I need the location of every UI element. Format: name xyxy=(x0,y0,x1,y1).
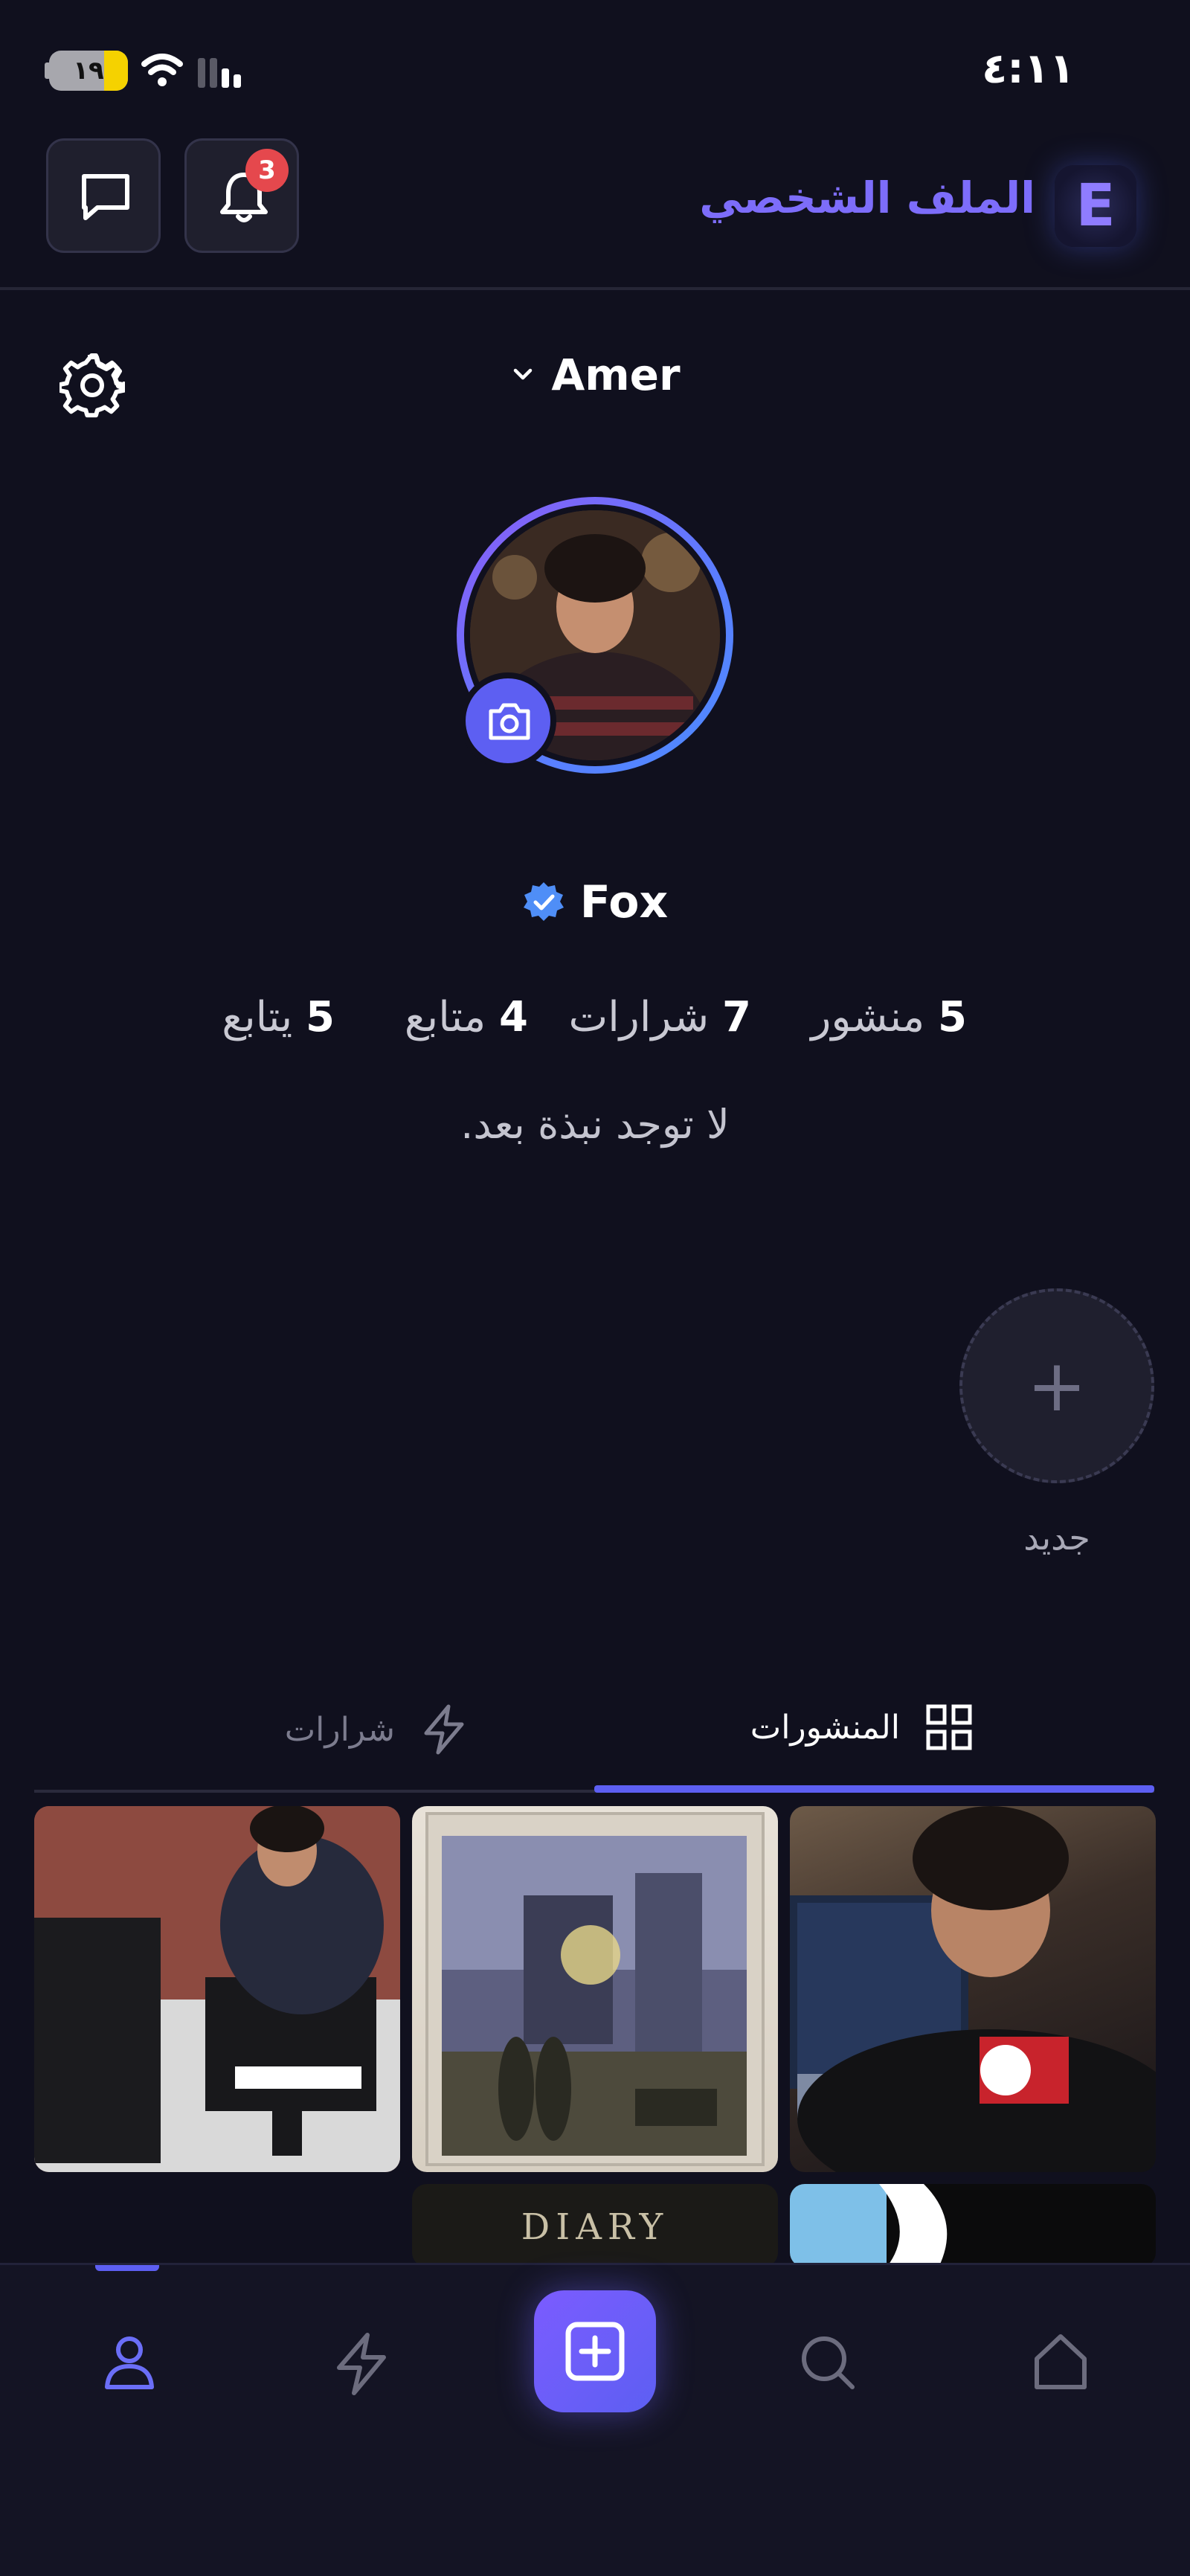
tab-sparks-label: شرارات xyxy=(284,1710,395,1749)
stat-following[interactable]: 5 يتابع xyxy=(222,993,335,1041)
verified-badge-icon xyxy=(523,882,564,921)
logo-letter: E xyxy=(1075,173,1116,240)
post-thumbnail[interactable]: DIARY xyxy=(412,2184,778,2267)
post-thumbnail[interactable] xyxy=(790,1806,1156,2172)
username: Amer xyxy=(551,350,681,400)
profile-stats: 5 منشور 7 شرارات 4 متابع 5 يتابع xyxy=(0,993,1190,1053)
search-icon xyxy=(802,2336,855,2389)
grid-icon xyxy=(926,1704,972,1750)
stat-followers[interactable]: 4 متابع xyxy=(405,993,528,1041)
lightning-icon xyxy=(424,1704,464,1755)
post-thumbnail[interactable] xyxy=(34,1806,400,2172)
plus-icon: + xyxy=(1026,1344,1087,1427)
status-bar: ١٩ ٤:١١ xyxy=(0,0,1190,126)
profile-tabs: المنشورات شرارات xyxy=(34,1674,1154,1793)
nav-search[interactable] xyxy=(775,2310,879,2414)
change-photo-button[interactable] xyxy=(460,672,556,769)
profile-screen: ١٩ ٤:١١ 3 الملف الشخصي E Amer Fox 5 منشو… xyxy=(0,0,1190,2576)
new-highlight-label: جديد xyxy=(1023,1517,1090,1558)
bottom-nav xyxy=(0,2263,1190,2576)
camera-icon xyxy=(489,703,530,740)
plus-square-icon xyxy=(565,2322,625,2381)
battery-level: ١٩ xyxy=(73,56,104,86)
page-title: الملف الشخصي xyxy=(699,173,1035,223)
status-time: ٤:١١ xyxy=(982,45,1075,93)
nav-sparks[interactable] xyxy=(309,2310,414,2414)
stat-sparks[interactable]: 7 شرارات xyxy=(569,993,751,1041)
battery-icon: ١٩ xyxy=(49,51,128,91)
app-logo[interactable]: E xyxy=(1055,165,1136,247)
new-highlight-button[interactable]: + xyxy=(959,1288,1154,1483)
nav-active-indicator xyxy=(95,2265,159,2271)
post-thumbnail[interactable] xyxy=(790,2184,1156,2267)
display-name-row: Fox xyxy=(0,876,1190,928)
wifi-icon xyxy=(141,54,183,86)
messages-button[interactable] xyxy=(46,138,161,253)
top-header: 3 الملف الشخصي E xyxy=(0,126,1190,290)
post-thumbnail[interactable] xyxy=(412,1806,778,2172)
tab-posts-label: المنشورات xyxy=(750,1708,900,1747)
bio-text: لا توجد نبذة بعد. xyxy=(460,1101,730,1148)
stat-posts[interactable]: 5 منشور xyxy=(811,993,967,1041)
nav-home[interactable] xyxy=(1009,2310,1113,2414)
chevron-down-icon xyxy=(514,368,533,380)
create-post-button[interactable] xyxy=(534,2290,656,2412)
lightning-icon xyxy=(337,2333,386,2395)
tab-sparks[interactable]: شرارات xyxy=(34,1674,594,1790)
account-switcher[interactable]: Amer xyxy=(0,350,1190,400)
tab-posts[interactable]: المنشورات xyxy=(594,1674,1154,1793)
nav-profile[interactable] xyxy=(77,2310,181,2414)
home-icon xyxy=(1035,2334,1087,2389)
posts-grid: DIARY xyxy=(34,1806,1156,2267)
user-icon xyxy=(105,2336,154,2389)
signal-icon xyxy=(198,55,241,88)
active-tab-indicator xyxy=(594,1785,1154,1793)
display-name: Fox xyxy=(579,876,669,928)
diary-text: DIARY xyxy=(521,2206,669,2248)
notification-badge: 3 xyxy=(245,149,289,192)
chat-bubble-icon xyxy=(82,174,129,220)
